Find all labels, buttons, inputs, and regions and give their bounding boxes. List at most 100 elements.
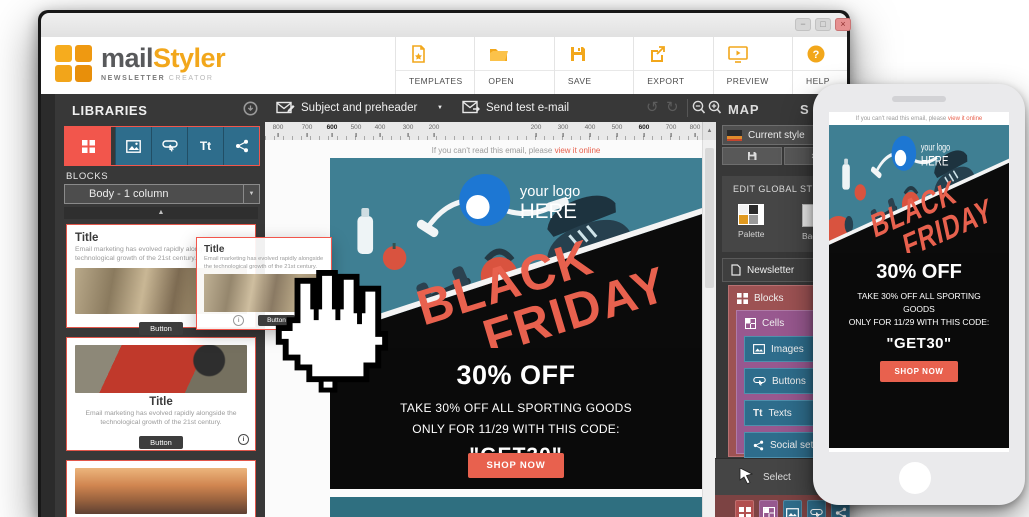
maximize-button[interactable]: □ [815,18,831,31]
view-online-link: view it online [947,116,983,122]
phone-deal-code: "GET30" [886,334,952,352]
drag-hand-cursor [266,263,392,402]
ghost-title: Title [204,244,225,255]
brand-tagline-light: CREATOR [168,75,214,82]
newsletter-doc-icon [731,264,741,276]
save-style-button[interactable] [722,147,782,165]
preview-label: PREVIEW [713,70,793,86]
palette-label: Palette [738,229,765,239]
zoom-in-icon[interactable] [708,100,722,120]
deal-line1: TAKE 30% OFF ALL SPORTING GOODS [400,401,632,415]
block-card-3[interactable] [66,460,256,517]
open-button[interactable]: OPEN [474,37,554,94]
mode-blocks-icon[interactable] [735,500,754,517]
tree-social-label: Social sets [770,439,819,451]
tab-blocks[interactable] [65,127,111,165]
mailstyler-logo-icon [55,45,92,82]
app-logo: mailStyler NEWSLETTER CREATOR [55,45,226,82]
phone-deal-line1: TAKE 30% OFF ALL SPORTING GOODS [857,291,981,315]
block-card-button: Button [139,321,183,335]
send-test-icon [462,100,481,120]
mode-cells-icon[interactable] [759,500,778,517]
texts-icon: Tt [753,407,763,419]
horizontal-ruler: 800 700 600 500 400 300 200 200 300 400 … [265,122,702,141]
phone-screen: If you can't read this email, please vie… [829,112,1009,452]
templates-button[interactable]: TEMPLATES [395,37,475,94]
tab-texts[interactable]: Tt [187,127,223,165]
save-label: SAVE [554,70,634,86]
tree-newsletter-label: Newsletter [747,264,795,276]
share-icon [753,440,764,450]
zoom-out-icon[interactable] [692,100,706,120]
tree-images-label: Images [771,343,804,355]
mode-images-icon[interactable] [783,500,802,517]
svg-text:HERE: HERE [921,153,949,169]
styles-panel-title-partial[interactable]: S [800,102,809,117]
close-button[interactable]: × [835,18,851,31]
ruler-label: 300 [557,124,569,137]
phone-speaker [892,96,946,102]
tab-buttons[interactable] [151,127,187,165]
mode-buttons-icon[interactable] [807,500,826,517]
undo-icon[interactable]: ↺ [646,98,659,116]
blocks-grid-icon [81,139,95,153]
subject-preheader-button[interactable]: Subject and preheader [301,102,417,114]
ruler-label: 400 [374,124,386,137]
body-layout-dropdown[interactable]: Body - 1 column ▼ [64,184,260,204]
save-button[interactable]: SAVE [553,37,634,94]
divider [687,99,688,117]
minimize-button[interactable]: − [795,18,811,31]
block-card-2[interactable]: Title Email marketing has evolved rapidl… [66,337,256,451]
send-test-button[interactable]: Send test e-mail [486,102,569,114]
ruler-label: 200 [428,124,440,137]
view-online-link[interactable]: view it online [555,146,601,155]
cells-icon [745,317,756,329]
subject-caret-icon[interactable]: ▼ [437,105,443,111]
scrollbar-thumb[interactable] [705,148,714,288]
redo-icon[interactable]: ↻ [666,98,679,116]
deal-line2: ONLY FOR 11/29 WITH THIS CODE: [412,422,620,436]
open-label: OPEN [475,70,554,86]
ruler-label: 800 [272,124,284,137]
tab-images[interactable] [115,127,151,165]
ruler-label: 800 [689,124,701,137]
ruler-label: 600 [326,124,338,137]
phone-preheader: If you can't read this email, please vie… [829,112,1009,122]
library-tabs: Tt [64,126,260,166]
map-panel-title[interactable]: MAP [728,102,759,117]
block-card-title: Title [149,396,173,408]
brand-tagline-bold: NEWSLETTER [101,75,166,82]
logo-text-2: HERE [520,200,577,223]
save-floppy-icon [570,46,585,61]
export-label: EXPORT [634,70,713,86]
svg-text:?: ? [813,49,820,61]
tab-social[interactable] [223,127,259,165]
email-footer-block[interactable] [330,497,702,517]
image-icon [753,344,765,354]
svg-text:your logo: your logo [921,141,950,153]
email-preheader: If you can't read this email, please vie… [330,146,702,155]
info-icon[interactable]: i [238,434,249,445]
templates-label: TEMPLATES [396,70,475,86]
blocks-scroll-up[interactable]: ▲ [64,207,258,219]
block-card-image [75,468,247,514]
palette-icon [738,204,765,225]
dropdown-value: Body - 1 column [89,188,169,200]
subject-icon [276,100,295,121]
share-icon [235,139,248,153]
templates-icon [412,44,425,63]
dropdown-arrow-icon: ▼ [243,185,259,203]
window-left-frame [41,94,55,517]
palette-item[interactable]: Palette [738,204,765,239]
preview-button[interactable]: PREVIEW [712,37,793,94]
texts-icon: Tt [199,139,212,153]
canvas-scroll-up[interactable]: ▲ [702,122,716,140]
phone-preview-mockup: If you can't read this email, please vie… [813,84,1025,505]
shop-now-button[interactable]: SHOP NOW [468,453,564,478]
library-sync-icon[interactable] [243,101,258,121]
canvas-scrollbar[interactable] [702,140,716,517]
help-icon: ? [807,45,825,62]
preheader-text: If you can't read this email, please [431,146,555,155]
tree-blocks-label: Blocks [754,292,784,304]
export-button[interactable]: EXPORT [633,37,713,94]
